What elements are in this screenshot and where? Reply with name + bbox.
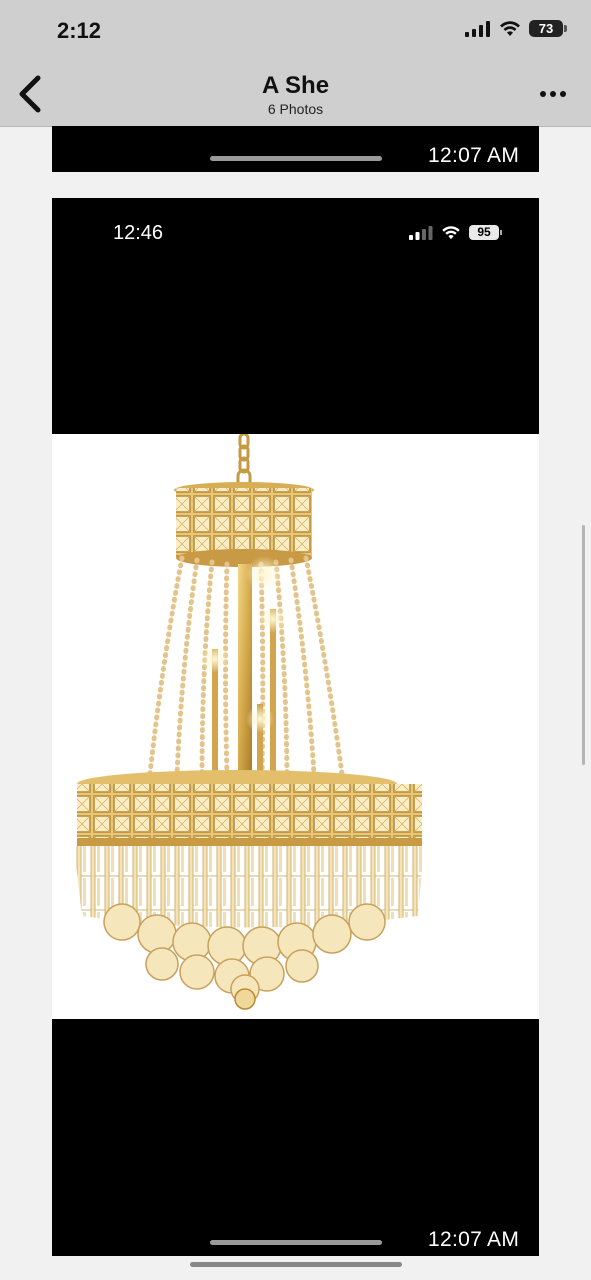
album-title: A She [261, 72, 330, 99]
chandelier-illustration [74, 432, 424, 1010]
photo-timestamp: 12:07 AM [428, 1228, 520, 1251]
screenshot-status-icons: 95 [409, 225, 502, 240]
screenshot-status-time: 12:46 [113, 222, 164, 244]
signal-icon [409, 225, 433, 240]
battery-icon: 95 [469, 225, 502, 240]
scrollbar[interactable] [582, 525, 585, 765]
status-time: 2:12 [57, 18, 102, 43]
signal-icon [465, 20, 490, 37]
chandelier-image [52, 432, 539, 1019]
photo-thumbnail-previous[interactable]: 12:07 AM [52, 126, 539, 172]
photo-current[interactable]: 12:46 95 12:07 AM [52, 198, 539, 1256]
home-indicator [210, 1240, 382, 1245]
status-icons: 73 [465, 20, 567, 37]
photo-timestamp: 12:07 AM [428, 144, 520, 167]
status-bar: 2:12 73 [0, 0, 591, 62]
photo-count: 6 Photos [267, 101, 324, 117]
battery-icon: 73 [529, 20, 567, 37]
more-icon[interactable] [537, 84, 569, 104]
home-indicator [210, 156, 382, 161]
navigation-bar: A She 6 Photos [0, 62, 591, 127]
wifi-icon [500, 20, 520, 36]
title-group: A She 6 Photos [0, 72, 591, 117]
device-home-indicator [190, 1262, 402, 1267]
wifi-icon [442, 225, 460, 239]
